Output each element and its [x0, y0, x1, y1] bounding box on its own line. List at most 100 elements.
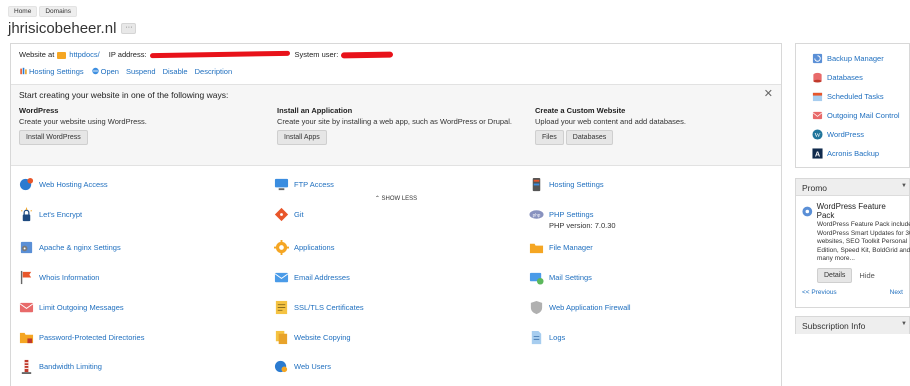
sidebar-item-backup-manager[interactable]: Backup Manager: [812, 53, 884, 64]
tool-label: Applications: [294, 243, 335, 252]
close-icon[interactable]: ✕: [764, 87, 773, 100]
tool-logs[interactable]: Logs: [529, 330, 565, 345]
tool-bandwidth-limiting[interactable]: Bandwidth Limiting: [19, 359, 102, 374]
description-link[interactable]: Description: [195, 67, 233, 76]
tool-label: Password-Protected Directories: [39, 333, 145, 342]
tool-whois-information[interactable]: Whois Information: [19, 270, 99, 285]
tool-web-users[interactable]: Web Users: [274, 359, 331, 374]
page-title: jhrisicobeheer.nl: [8, 20, 117, 37]
promo-previous-link[interactable]: << Previous: [802, 289, 837, 296]
chevron-down-icon[interactable]: ▼: [901, 183, 907, 189]
tool-label: Web Hosting Access: [39, 180, 108, 189]
tool-apache-nginx-settings[interactable]: Apache & nginx Settings: [19, 240, 121, 255]
tool-file-manager[interactable]: File Manager: [529, 240, 593, 255]
option-desc: Upload your web content and add database…: [535, 117, 686, 126]
tool-label: PHP Settings: [549, 210, 594, 219]
option-title: Create a Custom Website: [535, 106, 626, 115]
open-link[interactable]: Open: [91, 67, 119, 76]
website-info: Website at httpdocs/ IP address: System …: [19, 50, 394, 59]
tool-label: Whois Information: [39, 273, 100, 282]
install-apps-button[interactable]: Install Apps: [277, 130, 327, 145]
tool-label: Apache & nginx Settings: [39, 243, 121, 252]
tool-label: Web Users: [294, 362, 331, 371]
promo-next-link[interactable]: Next: [890, 289, 903, 296]
tool-label: Email Addresses: [294, 273, 350, 282]
tool-password-protected-directories[interactable]: Password-Protected Directories: [19, 330, 144, 345]
sidebar-item-wordpress[interactable]: W WordPress: [812, 129, 864, 140]
svg-text:php: php: [533, 212, 541, 217]
install-wordpress-button[interactable]: Install WordPress: [19, 130, 88, 145]
tool-web-hosting-access[interactable]: Web Hosting Access: [19, 177, 108, 192]
tool-mail-settings[interactable]: Mail Settings: [529, 270, 592, 285]
sidebar-item-databases[interactable]: Databases: [812, 72, 863, 83]
lock-sparkle-icon: [20, 207, 33, 222]
hosting-settings-link[interactable]: Hosting Settings: [19, 67, 84, 76]
php-version: PHP version: 7.0.30: [549, 221, 616, 230]
option-desc: Create your website using WordPress.: [19, 117, 147, 126]
envelope-icon: [274, 272, 289, 283]
option-title: WordPress: [19, 106, 59, 115]
subscription-heading[interactable]: Subscription Info ▼: [796, 317, 909, 334]
globe-user-icon: [19, 177, 34, 191]
tool-ftp-access[interactable]: FTP Access: [274, 177, 334, 192]
promo-details-button[interactable]: Details: [817, 267, 853, 283]
tool-label: Let's Encrypt: [39, 210, 83, 219]
sidebar-item-scheduled-tasks[interactable]: Scheduled Tasks: [812, 91, 884, 102]
tool-git[interactable]: Git: [274, 207, 304, 222]
tool-label: FTP Access: [294, 180, 334, 189]
databases-button[interactable]: Databases: [565, 130, 614, 145]
web-users-icon: [274, 360, 288, 373]
git-icon: [274, 207, 289, 222]
sidebar-item-outgoing-mail-control[interactable]: Outgoing Mail Control: [812, 110, 900, 121]
tool-lets-encrypt[interactable]: Let's Encrypt: [19, 207, 82, 222]
suspend-link[interactable]: Suspend: [126, 67, 156, 76]
show-less-toggle[interactable]: ⌃ SHOW LESS: [11, 195, 781, 202]
tool-limit-outgoing-messages[interactable]: Limit Outgoing Messages: [19, 300, 124, 315]
breadcrumb: Home Domains: [8, 6, 77, 17]
breadcrumb-domains[interactable]: Domains: [39, 6, 77, 17]
svg-text:A: A: [815, 150, 821, 159]
tool-email-addresses[interactable]: Email Addresses: [274, 270, 350, 285]
ip-address-label: IP address:: [108, 50, 147, 59]
breadcrumb-home[interactable]: Home: [8, 6, 38, 17]
tool-applications[interactable]: Applications: [274, 240, 334, 255]
server-icon: [532, 177, 541, 192]
promo-hide-link[interactable]: Hide: [859, 271, 874, 280]
sidebar-item-acronis-backup[interactable]: A Acronis Backup: [812, 148, 879, 159]
system-user-label: System user:: [294, 50, 339, 59]
mail-control-icon: [812, 111, 823, 120]
tool-label: Web Application Firewall: [549, 303, 631, 312]
tool-web-application-firewall[interactable]: Web Application Firewall: [529, 300, 631, 315]
tool-label: Website Copying: [294, 333, 351, 342]
httpdocs-link[interactable]: httpdocs/: [69, 50, 99, 59]
hosting-settings-icon: [20, 67, 27, 75]
website-panel: Website at httpdocs/ IP address: System …: [10, 43, 782, 386]
folder-icon: [57, 52, 67, 59]
database-icon: [813, 72, 822, 83]
copy-icon: [275, 330, 288, 345]
tool-ssl-tls-certificates[interactable]: SSL/TLS Certificates: [274, 300, 364, 315]
option-title: Install an Application: [277, 106, 353, 115]
install-app-option: Install an Application Create your site …: [277, 106, 512, 145]
wordpress-pack-icon: [802, 206, 813, 216]
sidebar-item-label: Backup Manager: [827, 54, 884, 63]
open-globe-icon: [91, 67, 99, 75]
disable-link[interactable]: Disable: [163, 67, 188, 76]
option-desc: Create your site by installing a web app…: [277, 117, 512, 126]
files-button[interactable]: Files: [535, 130, 564, 145]
custom-website-option: Create a Custom Website Upload your web …: [535, 106, 686, 145]
sidebar-item-label: Scheduled Tasks: [827, 92, 884, 101]
backup-icon: [812, 53, 823, 64]
website-at-label: Website at: [19, 50, 55, 59]
tool-website-copying[interactable]: Website Copying: [274, 330, 351, 345]
mail-settings-icon: [529, 272, 544, 285]
tool-hosting-settings[interactable]: Hosting Settings: [529, 177, 604, 192]
tool-php-settings[interactable]: php PHP Settings PHP version: 7.0.30: [529, 207, 616, 230]
log-file-icon: [531, 330, 542, 345]
more-actions-button[interactable]: ···: [121, 23, 137, 34]
tool-label: Mail Settings: [549, 273, 592, 282]
chevron-down-icon[interactable]: ▼: [901, 321, 907, 327]
sidebar-item-label: WordPress: [827, 130, 864, 139]
subscription-heading-label: Subscription Info: [802, 321, 866, 331]
gauge-icon: [21, 359, 32, 374]
